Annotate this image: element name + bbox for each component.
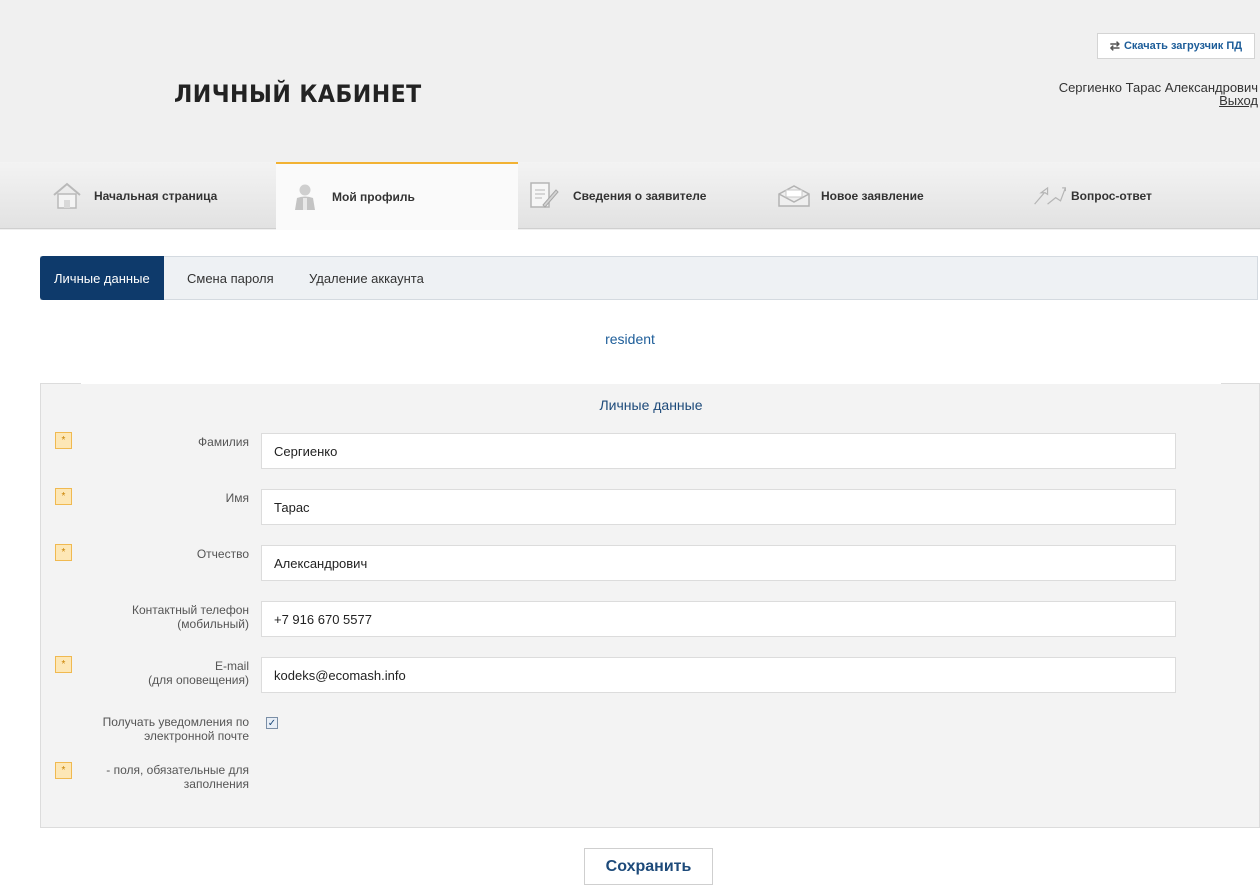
email-label-line2: (для оповещения) [148, 673, 249, 687]
nav-item-profile[interactable]: Мой профиль [276, 162, 518, 230]
home-icon [50, 179, 84, 213]
notify-label: Получать уведомления по электронной почт… [103, 715, 249, 743]
page-title: ЛИЧНЫЙ КАБИНЕТ [174, 80, 422, 108]
surname-label: Фамилия [198, 435, 249, 449]
required-marker: * [55, 544, 72, 561]
document-edit-icon [527, 179, 561, 213]
required-marker: * [55, 432, 72, 449]
nav-new-application-label: Новое заявление [821, 188, 924, 203]
main-nav: Начальная страница Мой профиль Сведения … [0, 162, 1260, 230]
required-legend-line1: - поля, обязательные для [106, 763, 249, 777]
notify-checkbox[interactable]: ✓ [266, 717, 278, 729]
nav-profile-label: Мой профиль [332, 190, 415, 204]
name-label: Имя [225, 491, 249, 505]
notify-label-line1: Получать уведомления по [102, 715, 249, 729]
required-legend-line2: заполнения [183, 777, 249, 791]
nav-home-label: Начальная страница [94, 188, 218, 203]
nav-item-home[interactable]: Начальная страница [50, 162, 217, 229]
nav-item-faq[interactable]: Вопрос-ответ [1033, 162, 1152, 229]
phone-label: Контактный телефон (мобильный) [132, 603, 249, 631]
subtab-change-password[interactable]: Смена пароля [187, 256, 274, 300]
save-button[interactable]: Сохранить [584, 848, 713, 885]
question-answer-icon [1033, 179, 1067, 213]
notify-label-line2: электронной почте [144, 729, 249, 743]
phone-input[interactable] [261, 601, 1176, 637]
nav-item-applicant-info[interactable]: Сведения о заявителе [527, 162, 706, 229]
patronymic-input[interactable] [261, 545, 1176, 581]
swap-arrows-icon: ⇄ [1109, 39, 1120, 53]
phone-label-line1: Контактный телефон [132, 603, 249, 617]
profile-subtabs: Личные данные Смена пароля Удаление акка… [40, 256, 1258, 300]
required-legend: - поля, обязательные для заполнения [106, 763, 249, 791]
personal-data-panel: Личные данные * Фамилия * Имя * Отчество… [40, 383, 1260, 828]
subtab-delete-account[interactable]: Удаление аккаунта [309, 256, 424, 300]
user-icon [288, 180, 322, 214]
email-label-line1: E-mail [214, 659, 249, 673]
envelope-icon [777, 179, 811, 213]
subtab-personal-data[interactable]: Личные данные [40, 256, 164, 300]
name-input[interactable] [261, 489, 1176, 525]
checkmark-icon: ✓ [267, 717, 277, 729]
logout-link[interactable]: Выход [1219, 93, 1258, 108]
email-input[interactable] [261, 657, 1176, 693]
phone-label-line2: (мобильный) [177, 617, 249, 631]
email-label: E-mail (для оповещения) [148, 659, 249, 687]
required-marker: * [55, 488, 72, 505]
nav-faq-label: Вопрос-ответ [1071, 188, 1152, 203]
patronymic-label: Отчество [196, 547, 249, 561]
surname-input[interactable] [261, 433, 1176, 469]
panel-title: Личные данные [599, 397, 703, 413]
login-name: resident [605, 331, 655, 347]
required-marker: * [55, 656, 72, 673]
download-loader-label: Скачать загрузчик ПД [1123, 40, 1243, 52]
download-loader-button[interactable]: ⇄ Скачать загрузчик ПД [1097, 33, 1255, 59]
nav-item-new-application[interactable]: Новое заявление [777, 162, 924, 229]
required-marker: * [55, 762, 72, 779]
nav-applicant-info-label: Сведения о заявителе [573, 188, 707, 203]
panel-divider [81, 383, 1221, 384]
